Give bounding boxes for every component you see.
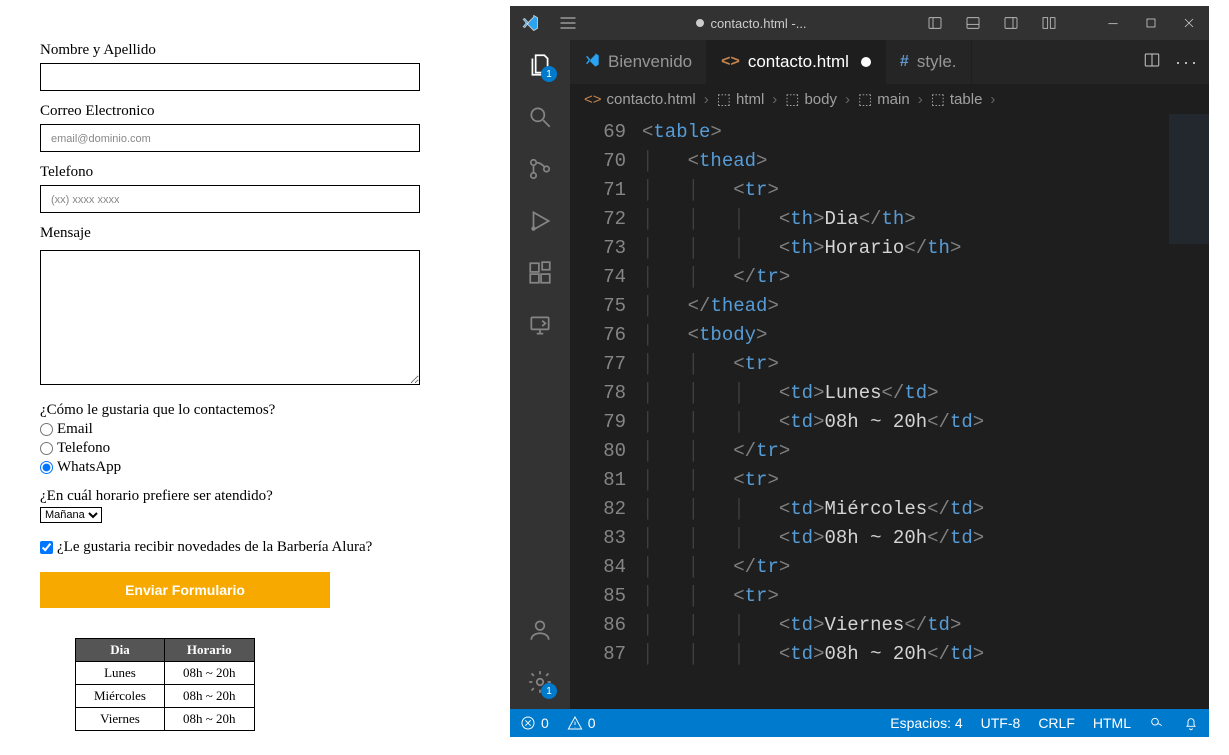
email-input[interactable]: [40, 124, 420, 152]
tab-welcome-label: Bienvenido: [608, 52, 692, 72]
vscode-logo-icon: [518, 11, 542, 35]
radio-email-row[interactable]: Email: [40, 421, 470, 438]
newsletter-checkbox[interactable]: [40, 541, 53, 554]
remote-explorer-icon[interactable]: [525, 310, 555, 340]
explorer-icon[interactable]: 1: [525, 50, 555, 80]
window-title-text: contacto.html -...: [710, 16, 806, 31]
breadcrumb[interactable]: <> contacto.html › ⬚ html › ⬚ body › ⬚ m…: [570, 84, 1209, 114]
name-input[interactable]: [40, 63, 420, 91]
window-title: contacto.html -...: [696, 16, 806, 31]
search-icon[interactable]: [525, 102, 555, 132]
line-number-gutter: 69707172737475767778798081828384858687: [570, 114, 642, 709]
breadcrumb-item[interactable]: body: [804, 91, 837, 108]
time-question: ¿En cuál horario prefiere ser atendido?: [40, 488, 470, 505]
status-errors-count: 0: [541, 715, 549, 731]
breadcrumb-item[interactable]: main: [877, 91, 910, 108]
schedule-header-hours: Horario: [164, 639, 254, 662]
css-file-icon: #: [900, 53, 909, 71]
breadcrumb-item[interactable]: html: [736, 91, 764, 108]
code-content[interactable]: <table>│ <thead>│ │ <tr>│ │ │ <th>Dia</t…: [642, 114, 984, 709]
contact-question: ¿Cómo le gustaria que lo contactemos?: [40, 402, 470, 419]
newsletter-label: ¿Le gustaria recibir novedades de la Bar…: [57, 539, 372, 555]
layout-right-icon[interactable]: [999, 11, 1023, 35]
editor-tabs: Bienvenido <> contacto.html # style. ···: [570, 40, 1209, 84]
radio-whatsapp[interactable]: [40, 461, 53, 474]
tab-welcome[interactable]: Bienvenido: [570, 40, 707, 84]
minimize-button[interactable]: [1101, 11, 1125, 35]
minimap[interactable]: [1169, 114, 1209, 374]
table-row: Lunes 08h ~ 20h: [76, 662, 255, 685]
radio-whatsapp-label: WhatsApp: [57, 459, 121, 475]
time-select[interactable]: Mañana: [40, 507, 102, 523]
hamburger-menu-icon[interactable]: [556, 11, 580, 35]
activity-bar: 1 1: [510, 40, 570, 709]
vscode-window: contacto.html -... 1: [510, 6, 1209, 737]
breadcrumb-item[interactable]: table: [950, 91, 983, 108]
cell-hours: 08h ~ 20h: [164, 708, 254, 731]
cell-day: Miércoles: [76, 685, 165, 708]
layout-grid-icon[interactable]: [1037, 11, 1061, 35]
settings-gear-icon[interactable]: 1: [525, 667, 555, 697]
explorer-badge: 1: [541, 66, 557, 82]
editor-group: Bienvenido <> contacto.html # style. ···: [570, 40, 1209, 709]
titlebar: contacto.html -...: [510, 6, 1209, 40]
schedule-header-day: Dia: [76, 639, 165, 662]
cell-day: Lunes: [76, 662, 165, 685]
status-spaces[interactable]: Espacios: 4: [890, 715, 962, 731]
run-debug-icon[interactable]: [525, 206, 555, 236]
message-textarea[interactable]: [40, 250, 420, 385]
layout-bottom-icon[interactable]: [961, 11, 985, 35]
cell-hours: 08h ~ 20h: [164, 685, 254, 708]
browser-preview: Nombre y Apellido Correo Electronico Tel…: [0, 0, 510, 755]
cell-day: Viernes: [76, 708, 165, 731]
tab-active-label: contacto.html: [748, 52, 849, 72]
tab-active-file[interactable]: <> contacto.html: [707, 40, 886, 84]
radio-phone-label: Telefono: [57, 440, 110, 456]
table-row: Viernes 08h ~ 20h: [76, 708, 255, 731]
close-button[interactable]: [1177, 11, 1201, 35]
vscode-mini-icon: [584, 52, 600, 73]
status-warnings-count: 0: [588, 715, 596, 731]
radio-whatsapp-row[interactable]: WhatsApp: [40, 459, 470, 476]
source-control-icon[interactable]: [525, 154, 555, 184]
table-row: Miércoles 08h ~ 20h: [76, 685, 255, 708]
tab-style-label: style.: [917, 52, 957, 72]
notifications-bell-icon[interactable]: [1183, 715, 1199, 731]
tab-style[interactable]: # style.: [886, 40, 972, 84]
status-bar: 0 0 Espacios: 4 UTF-8 CRLF HTML: [510, 709, 1209, 737]
more-actions-icon[interactable]: ···: [1175, 52, 1199, 73]
maximize-button[interactable]: [1139, 11, 1163, 35]
accounts-icon[interactable]: [525, 615, 555, 645]
dirty-dot-icon: [696, 19, 704, 27]
submit-button[interactable]: Enviar Formulario: [40, 572, 330, 608]
status-language[interactable]: HTML: [1093, 715, 1131, 731]
status-errors[interactable]: 0: [520, 715, 549, 731]
radio-phone[interactable]: [40, 442, 53, 455]
phone-label: Telefono: [40, 164, 470, 181]
schedule-table: Dia Horario Lunes 08h ~ 20h Miércoles 08…: [75, 638, 255, 731]
extensions-icon[interactable]: [525, 258, 555, 288]
name-label: Nombre y Apellido: [40, 42, 470, 59]
radio-phone-row[interactable]: Telefono: [40, 440, 470, 457]
split-editor-icon[interactable]: [1143, 51, 1161, 74]
cell-hours: 08h ~ 20h: [164, 662, 254, 685]
dirty-indicator-icon: [861, 57, 871, 67]
html-file-icon: <>: [721, 53, 740, 71]
breadcrumb-item[interactable]: contacto.html: [607, 91, 696, 108]
status-eol[interactable]: CRLF: [1038, 715, 1075, 731]
radio-email[interactable]: [40, 423, 53, 436]
email-label: Correo Electronico: [40, 103, 470, 120]
phone-input[interactable]: [40, 185, 420, 213]
code-editor[interactable]: 69707172737475767778798081828384858687 <…: [570, 114, 1209, 709]
feedback-icon[interactable]: [1149, 715, 1165, 731]
status-encoding[interactable]: UTF-8: [981, 715, 1021, 731]
radio-email-label: Email: [57, 421, 93, 437]
layout-left-icon[interactable]: [923, 11, 947, 35]
settings-badge: 1: [541, 683, 557, 699]
message-label: Mensaje: [40, 225, 470, 242]
status-warnings[interactable]: 0: [567, 715, 596, 731]
